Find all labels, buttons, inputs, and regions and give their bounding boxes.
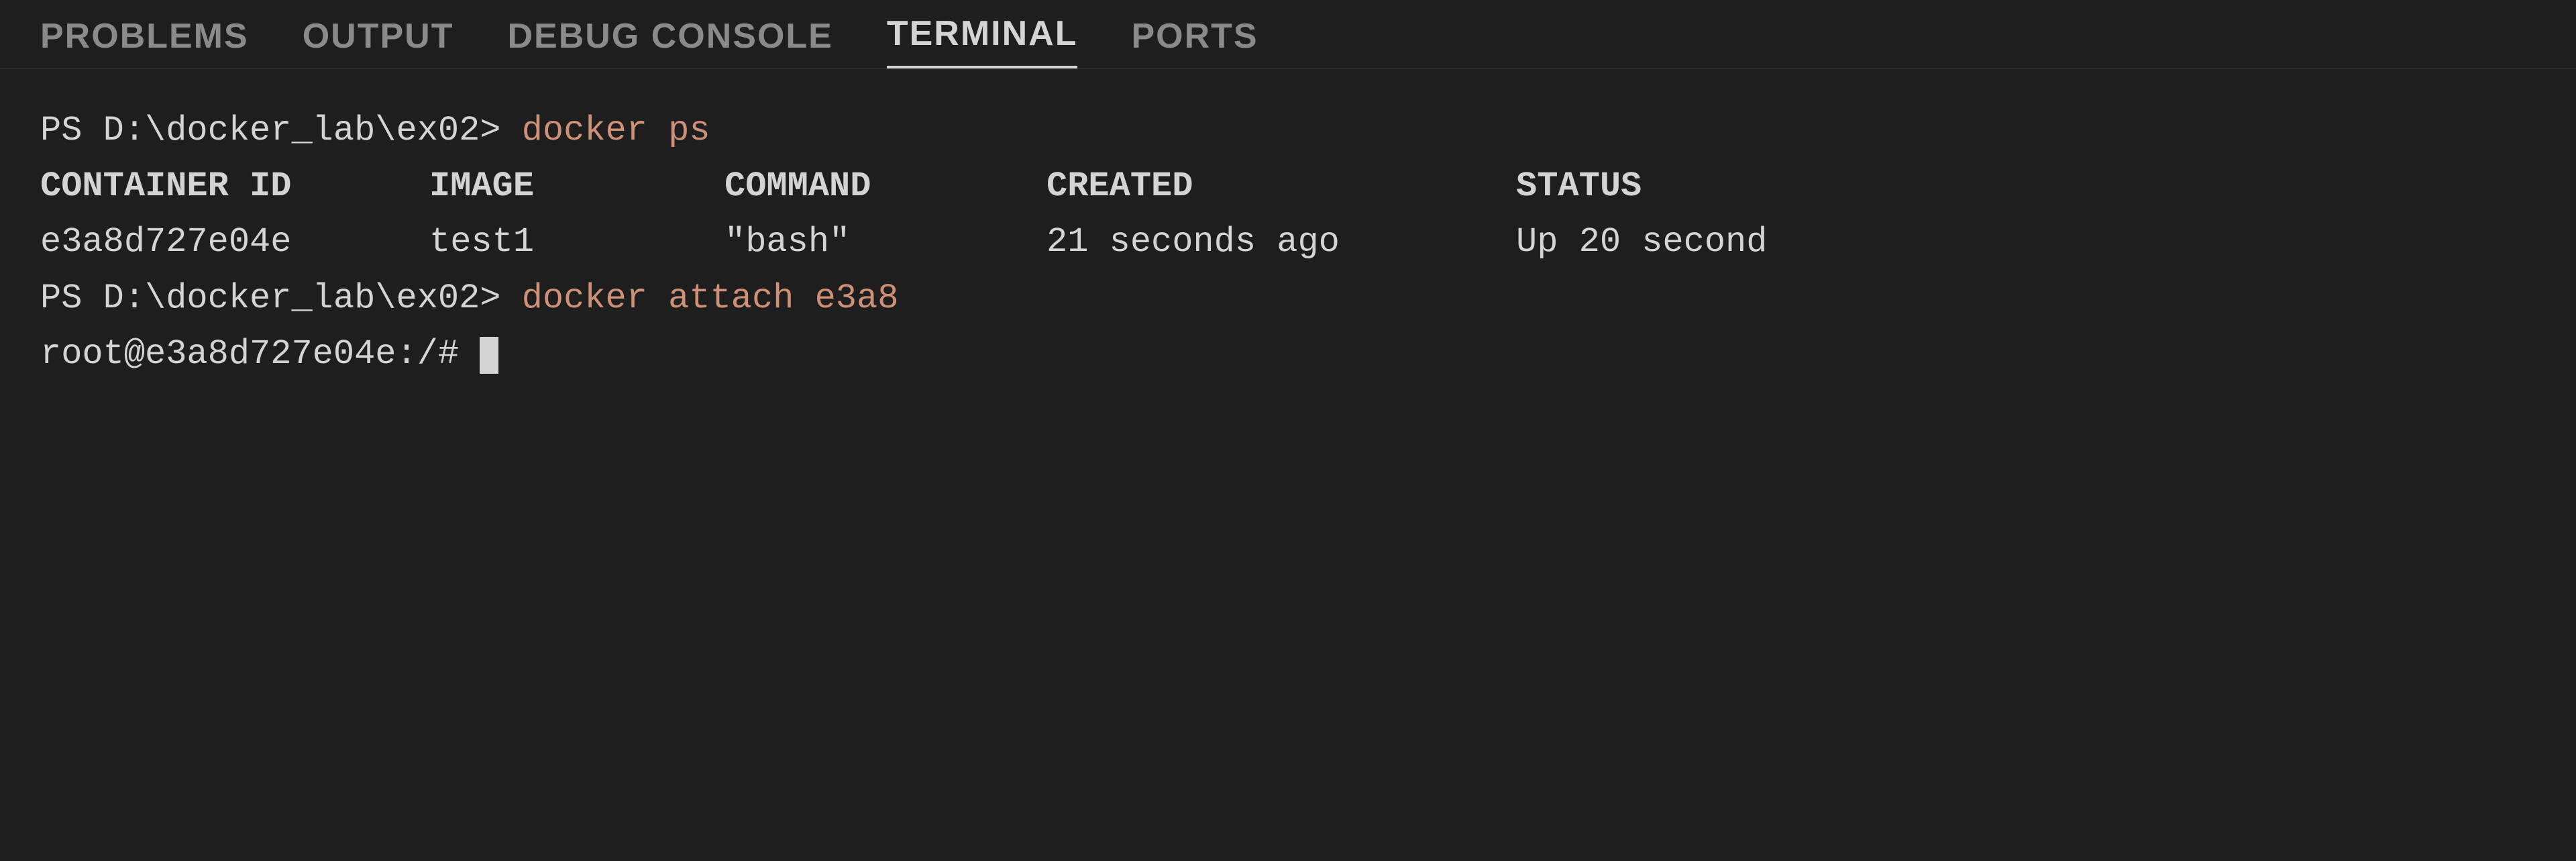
cell-status: Up 20 second bbox=[1516, 214, 1767, 270]
tab-bar: PROBLEMS OUTPUT DEBUG CONSOLE TERMINAL P… bbox=[0, 0, 2576, 69]
docker-attach-command: docker attach e3a8 bbox=[501, 278, 899, 318]
tab-ports[interactable]: PORTS bbox=[1131, 16, 1258, 68]
header-command: COMMAND bbox=[724, 158, 1046, 214]
ps-prompt-2: PS D:\docker_lab\ex02> bbox=[40, 278, 501, 318]
tab-debug-console[interactable]: DEBUG CONSOLE bbox=[507, 16, 833, 68]
tab-problems[interactable]: PROBLEMS bbox=[40, 16, 249, 68]
prompt-hash-space bbox=[459, 334, 480, 374]
header-created: CREATED bbox=[1046, 158, 1516, 214]
tab-output[interactable]: OUTPUT bbox=[303, 16, 454, 68]
table-row: e3a8d727e04e test1 "bash" 21 seconds ago… bbox=[40, 214, 2536, 270]
command-line-2: PS D:\docker_lab\ex02> docker attach e3a… bbox=[40, 270, 2536, 326]
command-line-1: PS D:\docker_lab\ex02> docker ps bbox=[40, 103, 2536, 158]
root-prompt-line: root@e3a8d727e04e:/# bbox=[40, 326, 2536, 382]
cursor bbox=[480, 337, 498, 374]
root-prompt: root@e3a8d727e04e:/# bbox=[40, 334, 459, 374]
cell-container-id: e3a8d727e04e bbox=[40, 214, 429, 270]
header-container-id: CONTAINER ID bbox=[40, 158, 429, 214]
docker-ps-command: docker ps bbox=[501, 111, 710, 150]
tab-terminal[interactable]: TERMINAL bbox=[887, 13, 1078, 68]
header-status: STATUS bbox=[1516, 158, 1642, 214]
table-header: CONTAINER ID IMAGE COMMAND CREATED STATU… bbox=[40, 158, 2536, 214]
ps-prompt-1: PS D:\docker_lab\ex02> bbox=[40, 111, 501, 150]
cell-created: 21 seconds ago bbox=[1046, 214, 1516, 270]
cell-command: "bash" bbox=[724, 214, 1046, 270]
terminal-body[interactable]: PS D:\docker_lab\ex02> docker ps CONTAIN… bbox=[0, 69, 2576, 861]
cell-image: test1 bbox=[429, 214, 724, 270]
header-image: IMAGE bbox=[429, 158, 724, 214]
vscode-panel: PROBLEMS OUTPUT DEBUG CONSOLE TERMINAL P… bbox=[0, 0, 2576, 861]
